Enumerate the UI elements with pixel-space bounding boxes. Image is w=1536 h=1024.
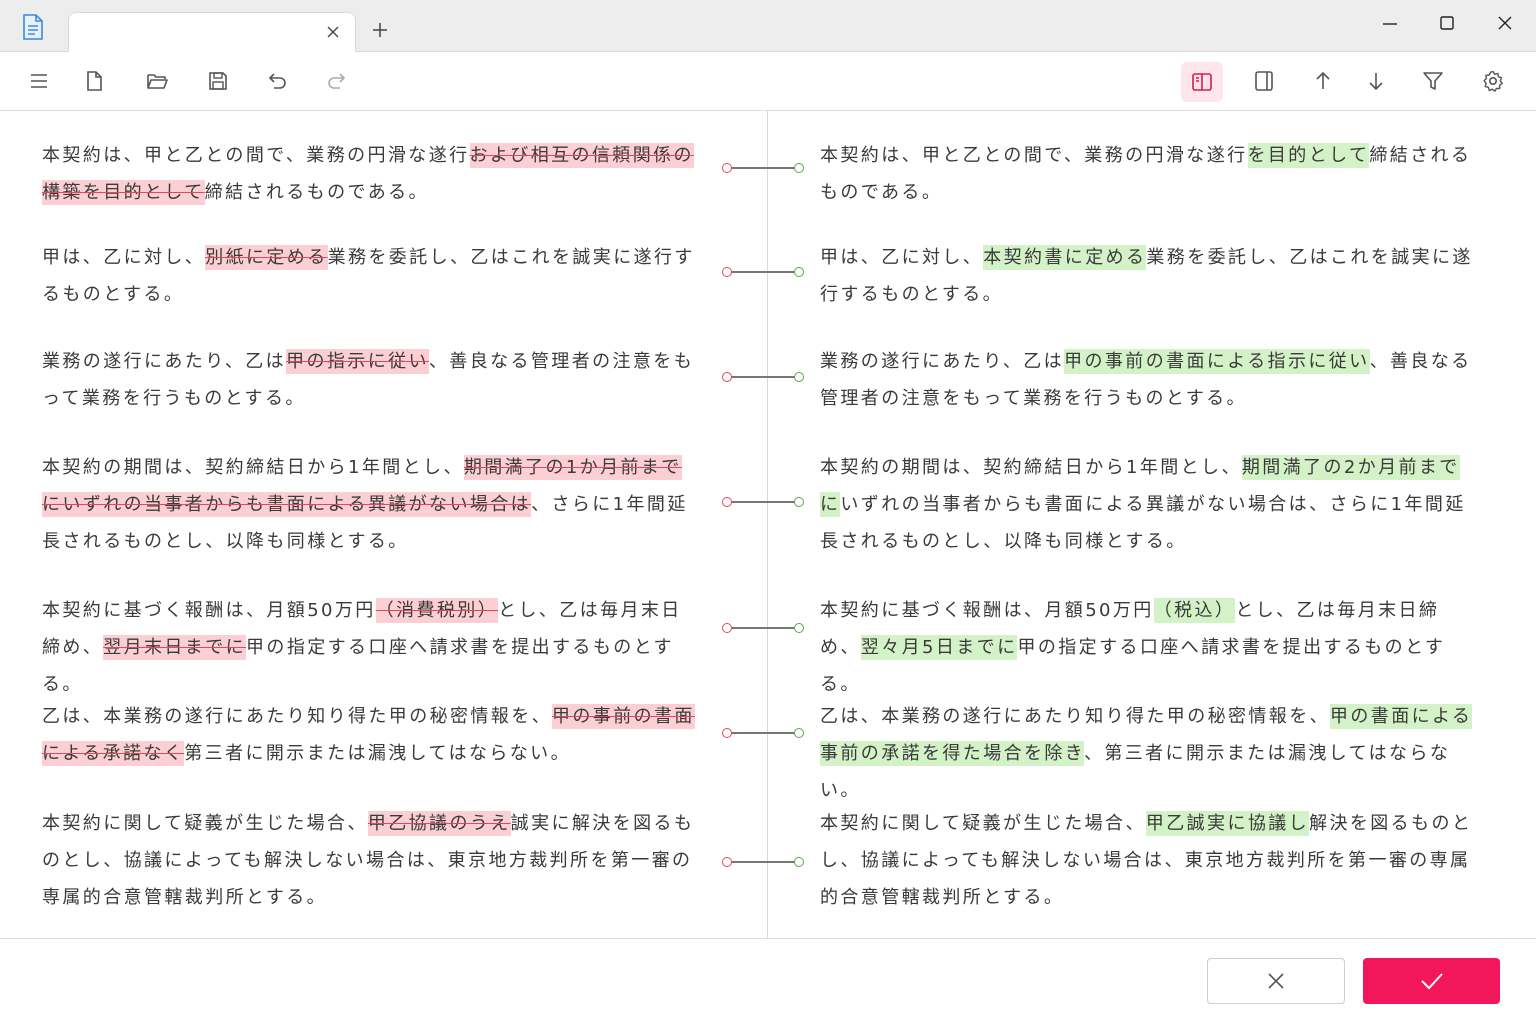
left-paragraph[interactable]: 本契約は、甲と乙との間で、業務の円滑な遂行および相互の信頼関係の構築を目的として… [42,137,702,211]
unchanged-text: 本契約の期間は、契約締結日から1年間とし、 [820,457,1242,478]
menu-icon [31,74,47,88]
save-icon [209,72,227,90]
checkmark-icon [1420,973,1443,990]
right-paragraph[interactable]: 本契約は、甲と乙との間で、業務の円滑な遂行を目的として締結されるものである。 [820,137,1480,211]
unchanged-text: 本契約は、甲と乙との間で、業務の円滑な遂行 [820,145,1248,166]
unchanged-text: 本契約に基づく報酬は、月額50万円 [820,600,1154,621]
unchanged-text: 甲は、乙に対し、 [820,247,984,268]
gear-icon [1483,70,1503,92]
new-file-button[interactable] [81,68,107,94]
unchanged-text: いずれの当事者からも書面による異議がない場合は、さらに1年間延長されるものとし、… [820,494,1466,552]
save-button[interactable] [205,68,231,94]
deleted-text: 翌月末日までに [103,635,247,660]
unchanged-text: 第三者に開示または漏洩してはならない。 [184,743,571,764]
close-icon[interactable] [325,24,341,40]
change-connector[interactable] [722,162,804,174]
confirm-button[interactable] [1363,958,1500,1004]
left-paragraph[interactable]: 乙は、本業務の遂行にあたり知り得た甲の秘密情報を、甲の事前の書面による承諾なく第… [42,698,702,772]
unchanged-text: 本契約の期間は、契約締結日から1年間とし、 [42,457,464,478]
maximize-icon[interactable] [1435,12,1459,36]
change-connector[interactable] [722,856,804,868]
close-window-icon[interactable] [1493,12,1517,36]
change-connector[interactable] [722,496,804,508]
inserted-text: 甲の事前の書面による指示に従い [1064,349,1370,374]
open-folder-icon [147,74,168,89]
unchanged-text: 本契約に関して疑義が生じた場合、 [820,813,1146,834]
title-bar [0,0,1536,53]
left-paragraph[interactable]: 業務の遂行にあたり、乙は甲の指示に従い、善良なる管理者の注意をもって業務を行うも… [42,343,702,417]
new-file-icon [87,71,102,91]
deleted-text: （消費税別） [375,598,499,623]
unchanged-text: 業務の遂行にあたり、乙は [820,351,1065,372]
unchanged-text: 本契約に基づく報酬は、月額50万円 [42,600,376,621]
filter-icon [1423,72,1443,90]
left-paragraph[interactable]: 甲は、乙に対し、別紙に定める業務を委託し、乙はこれを誠実に遂行するものとする。 [42,239,702,313]
toolbar [0,52,1536,111]
redo-button[interactable] [323,68,349,94]
footer-bar [0,938,1536,1024]
close-icon [1268,973,1284,989]
unchanged-text: 本契約は、甲と乙との間で、業務の円滑な遂行 [42,145,470,166]
document-icon [23,14,43,40]
diff-view: 本契約は、甲と乙との間で、業務の円滑な遂行および相互の信頼関係の構築を目的として… [0,111,1536,938]
unchanged-text: 甲は、乙に対し、 [42,247,206,268]
unchanged-text: 乙は、本業務の遂行にあたり知り得た甲の秘密情報を、 [820,706,1330,727]
left-paragraph[interactable]: 本契約に基づく報酬は、月額50万円（消費税別）とし、乙は毎月末日締め、翌月末日ま… [42,592,702,703]
change-connector[interactable] [722,371,804,383]
unchanged-text: 本契約に関して疑義が生じた場合、 [42,813,368,834]
unchanged-text: 締結されるものである。 [204,182,429,203]
previous-change-button[interactable] [1310,68,1336,94]
right-paragraph[interactable]: 乙は、本業務の遂行にあたり知り得た甲の秘密情報を、甲の書面による事前の承諾を得た… [820,698,1480,809]
deleted-text: 甲の指示に従い [286,349,429,374]
right-paragraph[interactable]: 本契約に関して疑義が生じた場合、甲乙誠実に協議し解決を図るものとし、協議によって… [820,805,1480,916]
left-paragraph[interactable]: 本契約の期間は、契約締結日から1年間とし、期間満了の1か月前までにいずれの当事者… [42,449,702,560]
pane-divider[interactable] [767,111,768,938]
right-paragraph[interactable]: 甲は、乙に対し、本契約書に定める業務を委託し、乙はこれを誠実に遂行するものとする… [820,239,1480,313]
inserted-text: 翌々月5日までに [860,635,1018,660]
change-connector[interactable] [722,266,804,278]
side-by-side-view-button[interactable] [1181,62,1223,102]
left-paragraph[interactable]: 本契約に関して疑義が生じた場合、甲乙協議のうえ誠実に解決を図るものとし、協議によ… [42,805,702,916]
undo-icon [268,73,286,89]
document-tab[interactable] [68,12,356,53]
settings-button[interactable] [1480,68,1506,94]
arrow-down-icon [1369,73,1383,91]
inserted-text: （税込） [1153,598,1236,623]
right-paragraph[interactable]: 本契約に基づく報酬は、月額50万円（税込）とし、乙は毎月末日締め、翌々月5日まで… [820,592,1480,703]
unchanged-text: 業務の遂行にあたり、乙は [42,351,287,372]
right-paragraph[interactable]: 本契約の期間は、契約締結日から1年間とし、期間満了の2か月前までにいずれの当事者… [820,449,1480,560]
deleted-text: 別紙に定める [205,245,328,270]
plus-icon[interactable] [371,21,389,39]
deleted-text: 甲乙協議のうえ [367,811,511,836]
undo-button[interactable] [265,68,291,94]
unchanged-text: 乙は、本業務の遂行にあたり知り得た甲の秘密情報を、 [42,706,552,727]
inserted-text: を目的として [1247,143,1370,168]
filter-button[interactable] [1420,68,1446,94]
single-pane-view-icon [1255,71,1273,91]
next-change-button[interactable] [1363,68,1389,94]
single-pane-view-button[interactable] [1251,68,1277,94]
minimize-icon[interactable] [1378,12,1402,36]
cancel-button[interactable] [1207,958,1345,1004]
open-folder-button[interactable] [144,68,170,94]
inserted-text: 甲乙誠実に協議し [1145,811,1310,836]
redo-icon [328,73,346,89]
side-by-side-view-icon [1192,73,1212,91]
inserted-text: 本契約書に定める [983,245,1147,270]
arrow-up-icon [1316,71,1330,89]
right-paragraph[interactable]: 業務の遂行にあたり、乙は甲の事前の書面による指示に従い、善良なる管理者の注意をも… [820,343,1480,417]
change-connector[interactable] [722,727,804,739]
menu-button[interactable] [26,68,52,94]
change-connector[interactable] [722,622,804,634]
